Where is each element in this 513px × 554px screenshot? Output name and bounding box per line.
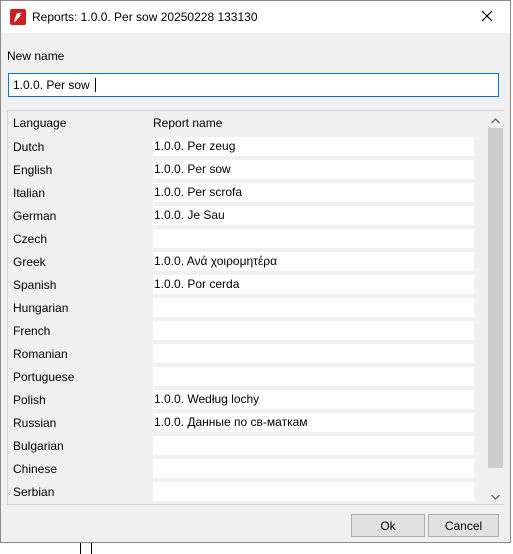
- language-label: Greek: [13, 255, 46, 269]
- language-label: Polish: [13, 393, 46, 407]
- new-name-label: New name: [7, 49, 65, 63]
- report-name-field[interactable]: [153, 229, 474, 248]
- table-row: Dutch 1.0.0. Per zeug: [8, 137, 488, 160]
- language-label: Chinese: [13, 462, 58, 476]
- report-name-field[interactable]: 1.0.0. Per sow: [153, 160, 474, 179]
- table-row: Chinese: [8, 459, 488, 482]
- report-name-field[interactable]: [153, 298, 474, 317]
- language-label: Spanish: [13, 278, 57, 292]
- chevron-down-icon: [491, 489, 500, 503]
- report-name-field[interactable]: 1.0.0. Według lochy: [153, 390, 474, 409]
- table-row: Czech: [8, 229, 488, 252]
- new-name-input[interactable]: [8, 73, 499, 97]
- language-column-header: Language: [13, 116, 67, 130]
- window-title: Reports: 1.0.0. Per sow 20250228 133130: [32, 10, 258, 24]
- language-label: Russian: [13, 416, 57, 430]
- reports-dialog: Reports: 1.0.0. Per sow 20250228 133130 …: [0, 0, 511, 543]
- scrollbar-thumb[interactable]: [488, 128, 503, 468]
- report-name-field[interactable]: [153, 344, 474, 363]
- translations-list: Language Report name Dutch 1.0.0. Per ze…: [7, 110, 504, 505]
- table-row: Russian 1.0.0. Данные по св-маткам: [8, 413, 488, 436]
- language-label: Dutch: [13, 140, 45, 154]
- language-label: German: [13, 209, 57, 223]
- close-button[interactable]: [464, 1, 510, 33]
- table-row: German 1.0.0. Je Sau: [8, 206, 488, 229]
- table-row: Spanish 1.0.0. Por cerda: [8, 275, 488, 298]
- ok-button[interactable]: Ok: [351, 514, 425, 537]
- report-name-field[interactable]: 1.0.0. Ανά χοιρομητέρα: [153, 252, 474, 271]
- scroll-down-button[interactable]: [487, 487, 504, 504]
- cancel-button[interactable]: Cancel: [428, 514, 499, 537]
- table-row: Bulgarian: [8, 436, 488, 459]
- report-name-field[interactable]: [153, 321, 474, 340]
- report-name-field[interactable]: [153, 367, 474, 386]
- background-window-edge: [80, 543, 81, 554]
- text-caret: [95, 78, 96, 92]
- language-label: Serbian: [13, 485, 55, 499]
- background-window-edge: [91, 543, 92, 554]
- title-bar: Reports: 1.0.0. Per sow 20250228 133130: [1, 1, 510, 33]
- table-row: English 1.0.0. Per sow: [8, 160, 488, 183]
- language-label: Romanian: [13, 347, 68, 361]
- language-label: English: [13, 163, 53, 177]
- report-name-field[interactable]: [153, 482, 474, 501]
- table-row: Serbian: [8, 482, 488, 505]
- app-logo-icon: [10, 9, 26, 25]
- table-row: French: [8, 321, 488, 344]
- vertical-scrollbar[interactable]: [487, 111, 504, 504]
- table-row: Greek 1.0.0. Ανά χοιρομητέρα: [8, 252, 488, 275]
- report-name-field[interactable]: [153, 436, 474, 455]
- table-row: Polish 1.0.0. Według lochy: [8, 390, 488, 413]
- report-name-column-header: Report name: [153, 116, 223, 130]
- language-label: French: [13, 324, 51, 338]
- language-label: Italian: [13, 186, 46, 200]
- close-icon: [481, 10, 493, 25]
- report-name-field[interactable]: [153, 459, 474, 478]
- language-label: Bulgarian: [13, 439, 64, 453]
- language-label: Hungarian: [13, 301, 69, 315]
- report-name-field[interactable]: 1.0.0. Данные по св-маткам: [153, 413, 474, 432]
- report-name-field[interactable]: 1.0.0. Por cerda: [153, 275, 474, 294]
- chevron-up-icon: [491, 113, 500, 127]
- table-row: Hungarian: [8, 298, 488, 321]
- report-name-field[interactable]: 1.0.0. Je Sau: [153, 206, 474, 225]
- language-label: Portuguese: [13, 370, 75, 384]
- report-name-field[interactable]: 1.0.0. Per zeug: [153, 137, 474, 156]
- report-name-field[interactable]: 1.0.0. Per scrofa: [153, 183, 474, 202]
- table-row: Italian 1.0.0. Per scrofa: [8, 183, 488, 206]
- table-row: Romanian: [8, 344, 488, 367]
- scroll-up-button[interactable]: [487, 111, 504, 128]
- language-label: Czech: [13, 232, 48, 246]
- table-row: Portuguese: [8, 367, 488, 390]
